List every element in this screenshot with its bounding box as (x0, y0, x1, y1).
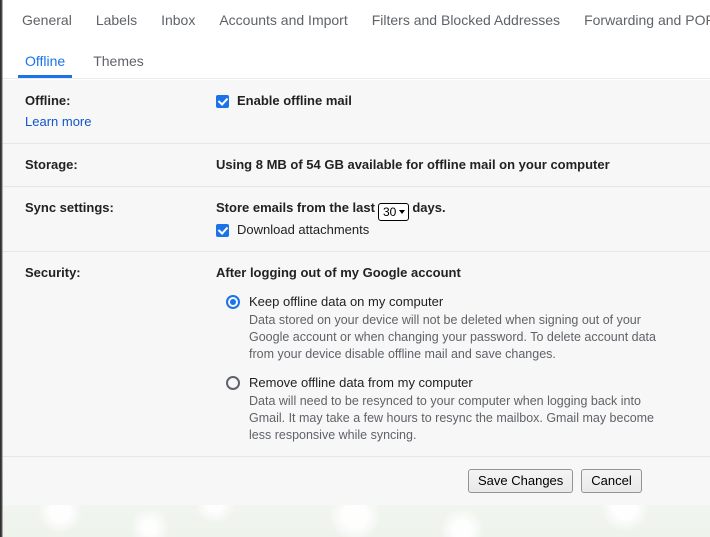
footer-actions-inner: Save Changes Cancel (468, 469, 642, 493)
download-attachments-row[interactable]: Download attachments (216, 221, 696, 239)
enable-offline-mail-row[interactable]: Enable offline mail (216, 92, 696, 110)
tab-labels[interactable]: Labels (96, 0, 137, 41)
row-sync-label-cell: Sync settings: (3, 199, 216, 239)
remove-offline-data-radio[interactable] (226, 376, 240, 390)
settings-tab-bar: General Labels Inbox Accounts and Import… (0, 0, 710, 41)
keep-offline-data-description: Data stored on your device will not be d… (249, 313, 656, 361)
storage-label: Storage: (25, 157, 78, 172)
row-offline: Offline: Learn more Enable offline mail (3, 80, 710, 144)
sync-settings-label: Sync settings: (25, 200, 114, 215)
sync-days-value: 30 (382, 205, 397, 219)
download-attachments-checkbox[interactable] (216, 223, 229, 237)
save-changes-button[interactable]: Save Changes (468, 469, 574, 493)
tab-accounts-and-import[interactable]: Accounts and Import (219, 0, 347, 41)
learn-more-link[interactable]: Learn more (25, 113, 216, 131)
store-emails-prefix: Store emails from the last (216, 200, 375, 215)
security-option-remove[interactable]: Remove offline data from my computer Dat… (216, 374, 696, 444)
remove-offline-data-title: Remove offline data from my computer (249, 375, 473, 390)
gmail-offline-settings-screen: General Labels Inbox Accounts and Import… (0, 0, 710, 537)
offline-settings-panel: Offline: Learn more Enable offline mail … (3, 80, 710, 505)
storage-usage-text: Using 8 MB of 54 GB available for offlin… (216, 157, 610, 172)
sync-days-select[interactable]: 30 (377, 203, 410, 221)
enable-offline-mail-label: Enable offline mail (237, 93, 352, 108)
tab-offline[interactable]: Offline (18, 53, 73, 78)
footer-actions: Save Changes Cancel (3, 457, 710, 505)
cancel-button[interactable]: Cancel (581, 469, 642, 493)
keep-offline-data-title: Keep offline data on my computer (249, 294, 444, 309)
remove-offline-data-description: Data will need to be resynced to your co… (249, 394, 655, 442)
tab-general[interactable]: General (22, 0, 72, 41)
security-label: Security: (25, 265, 81, 280)
row-sync-body-cell: Store emails from the last 30 days. Downlo… (216, 199, 710, 239)
keep-offline-data-text: Keep offline data on my computer Data st… (249, 293, 696, 363)
row-storage-body-cell: Using 8 MB of 54 GB available for offlin… (216, 156, 710, 174)
store-emails-suffix: days. (412, 200, 446, 215)
security-option-keep[interactable]: Keep offline data on my computer Data st… (216, 293, 696, 363)
security-heading: After logging out of my Google account (216, 265, 461, 280)
tab-filters-and-blocked-addresses[interactable]: Filters and Blocked Addresses (372, 0, 560, 41)
row-offline-body-cell: Enable offline mail (216, 92, 710, 131)
offline-label: Offline: (25, 93, 71, 108)
remove-offline-data-text: Remove offline data from my computer Dat… (249, 374, 696, 444)
keep-offline-data-radio[interactable] (226, 295, 240, 309)
row-offline-label-cell: Offline: Learn more (3, 92, 216, 131)
row-security-body-cell: After logging out of my Google account K… (216, 264, 710, 444)
chevron-down-icon (399, 210, 406, 214)
row-storage-label-cell: Storage: (3, 156, 216, 174)
settings-subtab-bar: Offline Themes (0, 41, 710, 79)
row-security: Security: After logging out of my Google… (3, 252, 710, 457)
enable-offline-mail-checkbox[interactable] (216, 94, 229, 108)
store-emails-line: Store emails from the last 30 days. (216, 199, 696, 221)
row-sync-settings: Sync settings: Store emails from the las… (3, 187, 710, 252)
row-security-label-cell: Security: (3, 264, 216, 444)
tab-forwarding-and-pop[interactable]: Forwarding and POP (584, 0, 710, 41)
tab-inbox[interactable]: Inbox (161, 0, 195, 41)
window-left-edge (0, 0, 3, 537)
row-storage: Storage: Using 8 MB of 54 GB available f… (3, 144, 710, 187)
download-attachments-label: Download attachments (237, 222, 370, 237)
tab-themes[interactable]: Themes (86, 53, 151, 78)
